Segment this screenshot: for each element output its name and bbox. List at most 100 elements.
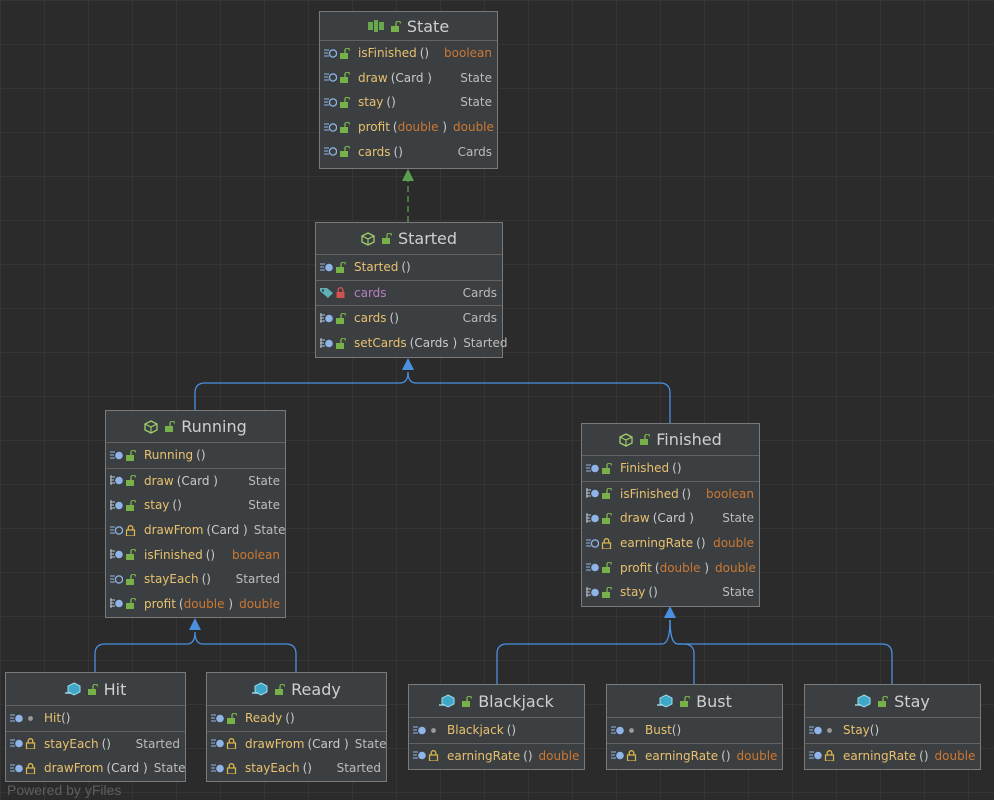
method-icon <box>809 750 822 761</box>
override-method-icon <box>586 586 599 598</box>
constructor-icon <box>413 725 426 736</box>
constructor-icon <box>211 713 224 724</box>
constructor-row[interactable]: Finished () <box>582 456 759 481</box>
method-row[interactable]: draw (Card ) State <box>582 506 759 531</box>
unlock-icon <box>125 598 136 610</box>
method-name: isFinished <box>144 547 203 562</box>
method-name: isFinished <box>358 46 417 61</box>
extends-arrowhead-finished <box>664 606 676 618</box>
method-name: stayEach <box>144 572 199 587</box>
method-name: earningRate <box>843 748 917 763</box>
class-title: Blackjack <box>409 685 584 718</box>
constructor-row[interactable]: Hit () <box>6 706 185 731</box>
method-row[interactable]: earningRate () double <box>805 744 980 769</box>
return-type: State <box>248 498 280 513</box>
method-row[interactable]: stayEach () Started <box>106 567 285 592</box>
unlock-icon <box>601 488 612 500</box>
method-icon <box>211 763 224 774</box>
class-node-hit[interactable]: Hit Hit () stayEach () Started drawFrom … <box>5 672 186 782</box>
class-node-finished[interactable]: Finished Finished () isFinished () boole… <box>581 423 760 607</box>
class-node-blackjack[interactable]: Blackjack Blackjack () earningRate () do… <box>408 684 585 770</box>
method-row[interactable]: profit (double ) double <box>106 592 285 617</box>
method-name: cards <box>354 311 387 326</box>
return-type: State <box>253 523 286 538</box>
abstract-class-icon <box>619 432 633 447</box>
method-row[interactable]: cards () Cards <box>316 306 502 331</box>
override-method-icon <box>110 475 123 486</box>
methods-section: draw (Card ) State stay () State drawFro… <box>106 469 285 617</box>
class-title: Ready <box>207 673 386 706</box>
constructor-row[interactable]: Stay () <box>805 718 980 743</box>
class-node-bust[interactable]: Bust Bust () earningRate () double <box>606 684 783 770</box>
method-row[interactable]: drawFrom (Card ) State <box>6 756 185 781</box>
unlock-icon <box>125 449 136 461</box>
class-node-ready[interactable]: Ready Ready () drawFrom (Card ) State st… <box>206 672 387 782</box>
method-row[interactable]: earningRate () double <box>409 744 584 769</box>
class-node-running[interactable]: Running Running () draw (Card ) State st… <box>105 410 286 618</box>
method-name: drawFrom <box>44 761 104 776</box>
method-row[interactable]: draw (Card ) State <box>320 66 497 91</box>
class-title: Hit <box>6 673 185 706</box>
method-params: () <box>172 498 182 513</box>
abstract-method-icon <box>324 97 337 108</box>
class-title: Bust <box>607 685 782 718</box>
method-row[interactable]: stayEach () Started <box>6 732 185 757</box>
method-row[interactable]: earningRate () double <box>582 531 759 556</box>
class-node-started[interactable]: Started Started () cards Cards cards () … <box>315 222 508 358</box>
class-name: Blackjack <box>478 691 554 711</box>
method-row[interactable]: isFinished () boolean <box>320 41 497 66</box>
method-row[interactable]: stay () State <box>106 493 285 518</box>
unlock-icon <box>390 20 401 32</box>
method-row[interactable]: stay () State <box>320 90 497 115</box>
constructor-row[interactable]: Bust () <box>607 718 782 743</box>
method-name: profit <box>144 596 176 611</box>
method-row[interactable]: drawFrom (Card ) State <box>106 518 285 543</box>
extends-edge-ready-running <box>194 631 297 672</box>
unlock-icon <box>125 475 136 487</box>
class-node-state[interactable]: State isFinished () boolean draw (Card )… <box>319 11 498 169</box>
method-row[interactable]: stayEach () Started <box>207 756 386 781</box>
unlock-icon <box>274 683 286 695</box>
method-row[interactable]: drawFrom (Card ) State <box>207 732 386 757</box>
abstract-method-icon <box>110 525 123 536</box>
return-type: State <box>460 95 492 110</box>
method-params: () <box>401 260 411 275</box>
unlock-icon <box>335 261 346 273</box>
method-row[interactable]: profit (double ) double <box>582 555 759 580</box>
field-row[interactable]: cards Cards <box>316 281 502 306</box>
abstract-method-icon <box>324 146 337 157</box>
method-params: () <box>389 311 399 326</box>
method-row[interactable]: stay () State <box>582 580 759 605</box>
return-type: Started <box>336 761 381 776</box>
method-row[interactable]: earningRate () double <box>607 744 782 769</box>
method-row[interactable]: setCards (Cards ) Started <box>316 331 508 356</box>
methods-section: cards () Cards setCards (Cards ) Started <box>316 306 508 356</box>
method-row[interactable]: draw (Card ) State <box>106 469 285 494</box>
extends-edge-blackjack-finished <box>496 619 671 684</box>
constructor-row[interactable]: Running () <box>106 443 285 468</box>
method-row[interactable]: profit (double ) double <box>320 115 497 140</box>
unlock-icon <box>339 121 350 133</box>
constructor-row[interactable]: Blackjack () <box>409 718 584 743</box>
return-type: State <box>460 70 492 85</box>
methods-section: isFinished () boolean draw (Card ) State… <box>582 482 759 605</box>
method-params: (double ) <box>178 596 233 611</box>
class-name: Bust <box>696 691 732 711</box>
unlock-icon <box>601 586 612 598</box>
constructor-icon <box>611 725 624 736</box>
field-type: Cards <box>462 285 497 300</box>
constructors-section: Ready () <box>207 706 386 732</box>
class-node-stay[interactable]: Stay Stay () earningRate () double <box>804 684 981 770</box>
constructor-row[interactable]: Started () <box>316 255 502 280</box>
method-row[interactable]: isFinished () boolean <box>106 542 285 567</box>
method-name: draw <box>620 511 650 526</box>
abstract-method-icon <box>324 72 337 83</box>
methods-section: stayEach () Started drawFrom (Card ) Sta… <box>6 732 185 781</box>
class-icon <box>855 694 871 708</box>
method-params: () <box>671 723 682 738</box>
constructor-icon <box>320 262 333 273</box>
unlock-icon <box>125 549 136 561</box>
constructor-row[interactable]: Ready () <box>207 706 386 731</box>
method-row[interactable]: cards () Cards <box>320 139 497 164</box>
method-row[interactable]: isFinished () boolean <box>582 482 759 507</box>
